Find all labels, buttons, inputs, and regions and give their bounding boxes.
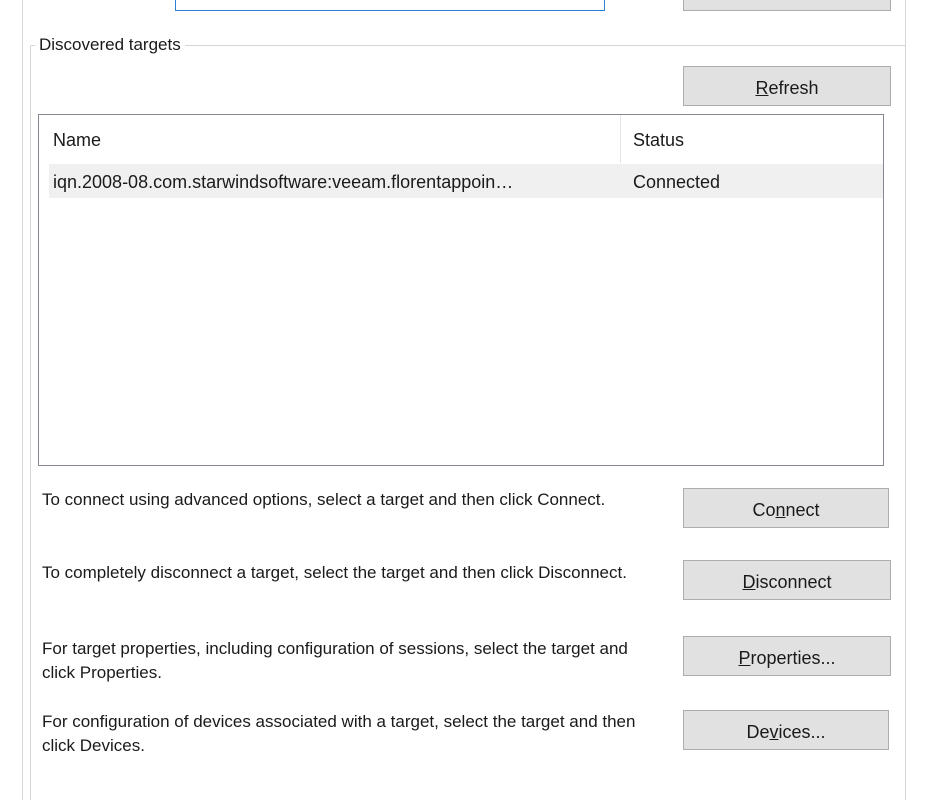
properties-description: For target properties, including configu… [42, 639, 628, 682]
connect-description: To connect using advanced options, selec… [42, 490, 606, 509]
disconnect-button[interactable]: Disconnect [683, 560, 891, 600]
target-name-cell: iqn.2008-08.com.starwindsoftware:veeam.f… [53, 172, 514, 192]
disconnect-label-post: isconnect [755, 572, 832, 592]
devices-label-key: v [769, 722, 779, 742]
devices-button[interactable]: Devices... [683, 710, 889, 750]
connect-button[interactable]: Connect [683, 488, 889, 528]
column-header-name[interactable]: Name [39, 115, 621, 163]
target-status-cell: Connected [633, 172, 721, 192]
connect-label-pre: Co [752, 500, 776, 520]
table-row[interactable]: iqn.2008-08.com.starwindsoftware:veeam.f… [49, 164, 883, 198]
properties-button[interactable]: Properties... [683, 636, 891, 676]
devices-label-post: ices... [778, 722, 826, 742]
disconnect-label-key: D [742, 572, 756, 592]
targets-list[interactable]: Name Status iqn.2008-08.com.starwindsoft… [38, 114, 884, 466]
devices-label-pre: De [746, 722, 770, 742]
properties-label-key: P [738, 648, 751, 668]
disconnect-description: To completely disconnect a target, selec… [42, 563, 627, 582]
refresh-label-post: efresh [768, 78, 819, 98]
iscsi-targets-page: Discovered targets Refresh Name Status i… [0, 0, 940, 800]
quick-connect-button[interactable] [683, 0, 891, 11]
connect-label-key: n [775, 500, 786, 520]
refresh-label-key: R [755, 78, 769, 98]
target-input[interactable] [175, 0, 605, 11]
devices-description: For configuration of devices associated … [42, 712, 636, 755]
targets-list-header: Name Status [39, 115, 883, 163]
refresh-button[interactable]: Refresh [683, 66, 891, 106]
connect-label-post: nect [785, 500, 820, 520]
properties-label-post: roperties... [750, 648, 836, 668]
discovered-targets-legend: Discovered targets [35, 34, 185, 56]
column-header-status[interactable]: Status [621, 115, 883, 163]
